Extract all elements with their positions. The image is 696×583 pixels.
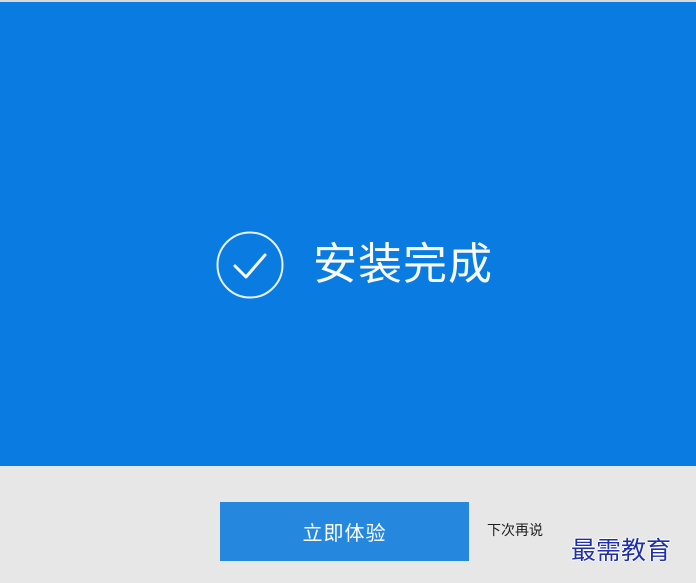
check-circle-icon bbox=[216, 231, 284, 299]
install-status: 安装完成 bbox=[215, 230, 493, 300]
later-link[interactable]: 下次再说 bbox=[487, 523, 543, 539]
installer-window: 安装完成 立即体验 下次再说 最需教育 bbox=[0, 0, 696, 583]
install-complete-panel: 安装完成 bbox=[0, 2, 696, 466]
experience-now-button[interactable]: 立即体验 bbox=[220, 502, 469, 561]
install-complete-title: 安装完成 bbox=[313, 239, 493, 290]
site-watermark: 最需教育 bbox=[571, 536, 672, 565]
